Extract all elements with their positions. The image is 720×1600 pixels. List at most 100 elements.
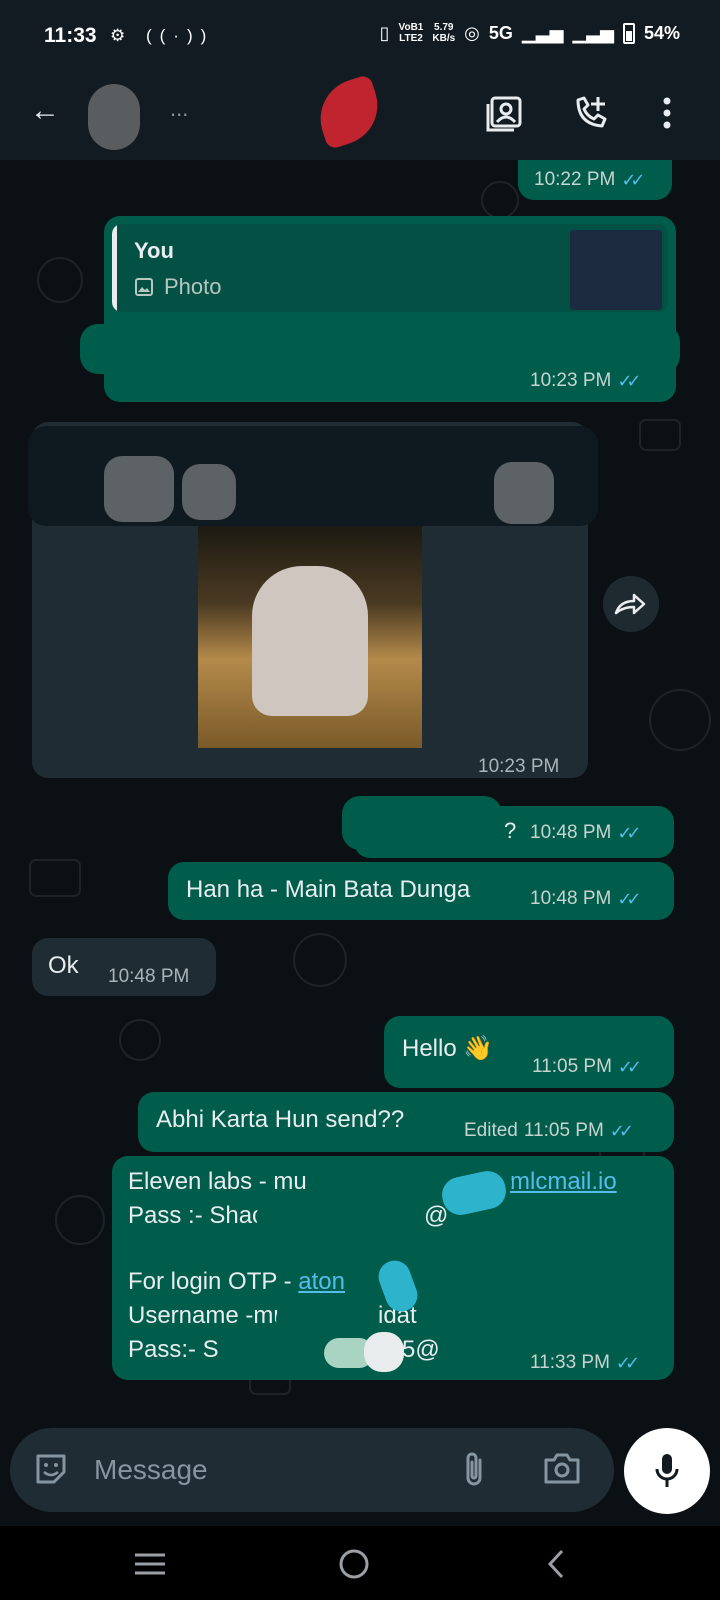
read-ticks-icon: ✓✓	[617, 822, 641, 843]
redacted-text	[276, 1304, 376, 1334]
read-ticks-icon: ✓✓	[621, 169, 645, 190]
chat-header: ← ...	[0, 73, 720, 160]
contact-card-icon[interactable]	[480, 88, 530, 138]
redacted-text	[342, 796, 502, 850]
quote-type: Photo	[134, 274, 222, 300]
password-text: Pass:- S	[128, 1336, 219, 1363]
redacted-text	[80, 324, 680, 374]
back-arrow-icon[interactable]: ←	[30, 94, 60, 128]
redacted-text	[218, 1338, 334, 1368]
message-line: Eleven labs - mu	[128, 1168, 307, 1196]
system-nav-bar	[0, 1526, 720, 1600]
message-meta: 11:33 PM ✓✓	[530, 1352, 640, 1374]
status-notification-icons: ⚙ ((·))	[110, 26, 215, 45]
edited-label: Edited	[464, 1120, 518, 1141]
read-ticks-icon: ✓✓	[615, 1352, 640, 1373]
message-meta: 10:48 PM ✓✓	[530, 888, 642, 910]
speed-unit: KB/s	[432, 33, 456, 44]
message-time: 10:23 PM	[478, 756, 560, 777]
message-bubble-outgoing[interactable]: You Photo 10:23 PM ✓✓	[80, 216, 680, 402]
message-time: 11:05 PM	[523, 1120, 604, 1141]
read-ticks-icon: ✓✓	[617, 888, 641, 909]
message-time: 10:23 PM	[530, 370, 612, 391]
quote-type-label: Photo	[164, 274, 222, 299]
message-text: Hello 👋	[402, 1035, 494, 1062]
message-meta: 10:48 PM ✓✓	[530, 822, 642, 844]
quote-accent-bar	[112, 224, 117, 312]
message-meta: Edited 11:05 PM ✓✓	[464, 1120, 634, 1142]
message-meta: 10:23 PM	[478, 756, 559, 778]
message-time: 10:48 PM	[108, 966, 190, 987]
redaction-scribble	[310, 73, 388, 151]
message-line: Pass:- S	[128, 1336, 219, 1364]
message-time: 11:33 PM	[530, 1352, 610, 1373]
email-link[interactable]: mlcmail.io	[510, 1168, 617, 1196]
message-bubble-outgoing[interactable]: Abhi Karta Hun send?? Edited 11:05 PM ✓✓	[138, 1092, 674, 1152]
quote-sender: You	[134, 238, 174, 263]
message-line: Username -mu	[128, 1302, 287, 1330]
message-meta: 11:05 PM ✓✓	[532, 1056, 642, 1078]
message-input[interactable]	[94, 1448, 434, 1492]
image-subject	[252, 566, 368, 716]
home-icon[interactable]	[324, 1542, 384, 1586]
otp-label: For login OTP -	[128, 1268, 299, 1295]
recent-apps-icon[interactable]	[120, 1542, 180, 1586]
photo-icon	[135, 278, 153, 296]
redaction-scribble	[364, 1332, 404, 1372]
message-text: Han ha - Main Bata Dunga	[186, 876, 471, 903]
redaction-scribble	[494, 462, 554, 524]
message-line: Pass :- Shac	[128, 1202, 264, 1230]
read-ticks-icon: ✓✓	[617, 370, 641, 391]
message-time: 10:48 PM	[530, 888, 612, 909]
status-time: 11:33	[44, 24, 97, 47]
redacted-text	[256, 1202, 422, 1232]
composer-bar	[0, 1416, 720, 1526]
message-composer[interactable]	[10, 1428, 614, 1512]
network-type: 5G	[488, 22, 513, 43]
battery-percent: 54%	[643, 22, 680, 43]
redaction-scribble	[182, 464, 236, 520]
message-meta: 10:23 PM ✓✓	[530, 370, 642, 392]
message-meta: 10:22 PM ✓✓	[534, 169, 646, 191]
vibrate-icon: ▯	[379, 22, 390, 43]
camera-icon[interactable]	[542, 1450, 582, 1493]
contact-name[interactable]: ...	[170, 96, 460, 122]
more-vertical-icon[interactable]	[642, 88, 692, 138]
message-bubble-outgoing[interactable]: Eleven labs - mu mlcmail.io Pass :- Shac…	[112, 1156, 674, 1380]
nav-back-icon[interactable]	[526, 1542, 586, 1586]
redaction-scribble	[104, 456, 174, 522]
add-call-icon[interactable]	[566, 88, 616, 138]
password-tail: 5@	[402, 1336, 440, 1363]
credential-label: Eleven labs - mu	[128, 1168, 307, 1195]
signal-icon-2: ▁▃▅	[572, 22, 614, 43]
sticker-emoji-icon[interactable]	[32, 1450, 70, 1493]
message-bubble-incoming[interactable]: 10:23 PM	[28, 422, 598, 778]
voice-record-button[interactable]	[624, 1428, 710, 1514]
quote-thumbnail	[570, 230, 662, 310]
message-bubble-outgoing[interactable]: ? 10:48 PM ✓✓	[342, 796, 674, 858]
message-image[interactable]	[198, 526, 422, 748]
message-meta: 10:48 PM	[108, 966, 189, 988]
volte-top: VoB1	[398, 22, 424, 33]
message-bubble-incoming[interactable]: Ok 10:48 PM	[32, 938, 216, 996]
message-time: 10:48 PM	[530, 822, 612, 843]
username-text: Username -mu	[128, 1302, 287, 1329]
message-bubble-outgoing[interactable]: Han ha - Main Bata Dunga 10:48 PM ✓✓	[168, 862, 674, 920]
speed-value: 5.79	[434, 22, 454, 33]
attach-icon[interactable]	[460, 1450, 490, 1495]
avatar[interactable]	[88, 84, 140, 150]
read-ticks-icon: ✓✓	[617, 1056, 642, 1077]
quoted-message[interactable]: You Photo	[112, 224, 668, 312]
speed-label: 5.79 KB/s	[432, 22, 455, 44]
forward-button[interactable]	[603, 576, 659, 632]
otp-link[interactable]: aton	[298, 1268, 345, 1295]
message-bubble-outgoing[interactable]: 10:22 PM ✓✓	[518, 160, 672, 200]
mic-icon	[655, 1454, 679, 1487]
message-text: ?	[504, 818, 517, 843]
volte-bottom: LTE2	[399, 33, 423, 44]
volte-label: VoB1 LTE2	[399, 22, 424, 44]
chat-area[interactable]: 10:22 PM ✓✓ You Photo 10:23 PM ✓✓ 10:23 …	[0, 160, 720, 1416]
status-right-group: ▯ VoB1 LTE2 5.79 KB/s ◎ 5G ▁▃▅ ▁▃▅ 54%	[380, 22, 680, 44]
forward-icon	[614, 593, 646, 615]
message-bubble-outgoing[interactable]: Hello 👋 11:05 PM ✓✓	[384, 1016, 674, 1088]
